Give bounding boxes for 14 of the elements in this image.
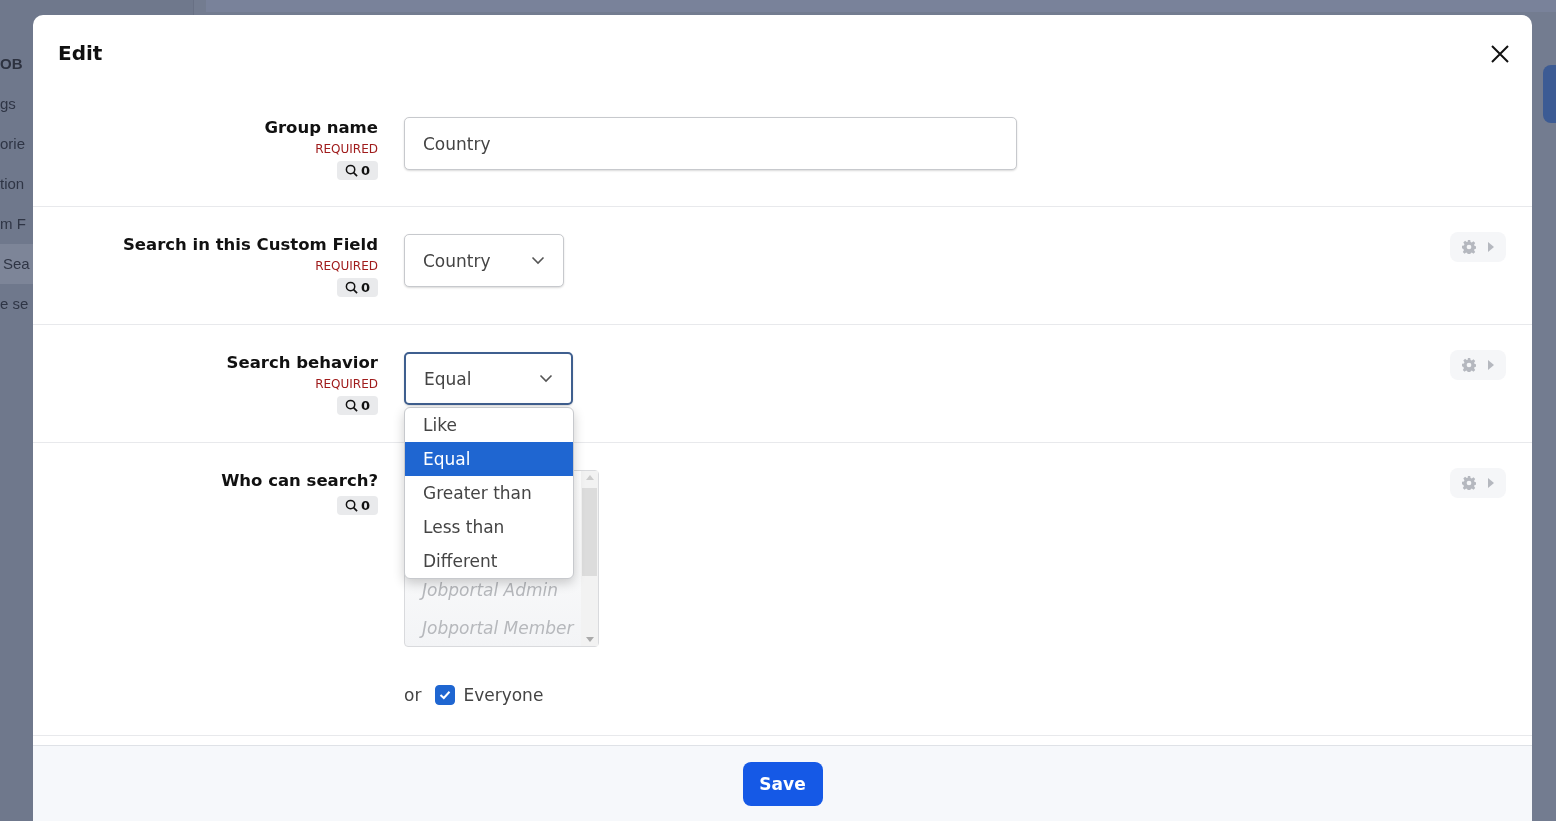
required-note: REQUIRED — [315, 376, 378, 392]
search-count: 0 — [360, 498, 370, 513]
search-count: 0 — [360, 280, 370, 295]
field-label: Who can search? — [221, 470, 378, 492]
search-count: 0 — [360, 163, 370, 178]
field-label: Search in this Custom Field — [122, 234, 378, 256]
field-label: Search behavior — [226, 352, 378, 374]
or-text: or — [404, 685, 422, 705]
search-count: 0 — [360, 398, 370, 413]
checkbox-label: Everyone — [463, 685, 544, 705]
required-note: REQUIRED — [315, 258, 378, 274]
field-label: Group name — [264, 117, 378, 139]
dialog-title: Edit — [58, 41, 103, 65]
required-note: REQUIRED — [315, 141, 378, 157]
